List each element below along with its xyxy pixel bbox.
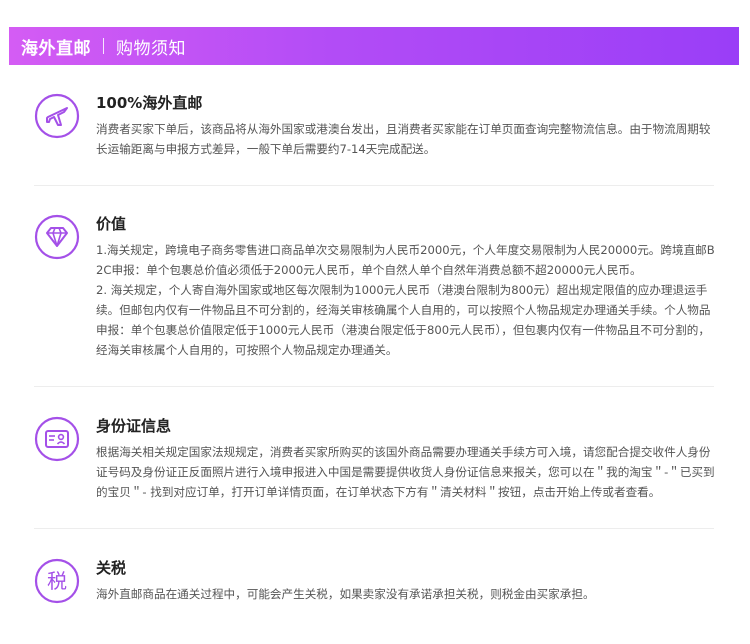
section-text: 消费者买家下单后，该商品将从海外国家或港澳台发出，且消费者买家能在订单页面查询完… <box>96 122 711 156</box>
id-card-icon <box>34 416 80 462</box>
section-title: 关税 <box>96 559 127 577</box>
airplane-icon <box>34 93 80 139</box>
diamond-icon <box>34 214 80 260</box>
section-title: 100%海外直邮 <box>96 94 203 112</box>
section-title: 价值 <box>96 215 127 233</box>
header-separator <box>103 38 104 54</box>
header-title: 海外直邮 <box>21 38 91 59</box>
section-text: 海外直邮商品在通关过程中，可能会产生关税，如果卖家没有承诺承担关税，则税金由买家… <box>96 587 595 601</box>
header-subtitle: 购物须知 <box>116 38 186 59</box>
section-text: 根据海关相关规定国家法规规定，消费者买家所购买的该国外商品需要办理通关手续方可入… <box>96 445 715 499</box>
section-title: 身份证信息 <box>96 417 172 435</box>
page-header: 海外直邮 购物须知 <box>9 27 739 65</box>
tax-icon: 税 <box>34 558 80 604</box>
divider <box>34 185 714 186</box>
divider <box>34 528 714 529</box>
section-text: 2. 海关规定，个人寄自海外国家或地区每次限制为1000元人民币（港澳台限制为8… <box>96 283 711 357</box>
section-text: 1.海关规定，跨境电子商务零售进口商品单次交易限制为人民币2000元，个人年度交… <box>96 243 715 277</box>
tax-icon-glyph: 税 <box>47 569 67 593</box>
divider <box>34 386 714 387</box>
